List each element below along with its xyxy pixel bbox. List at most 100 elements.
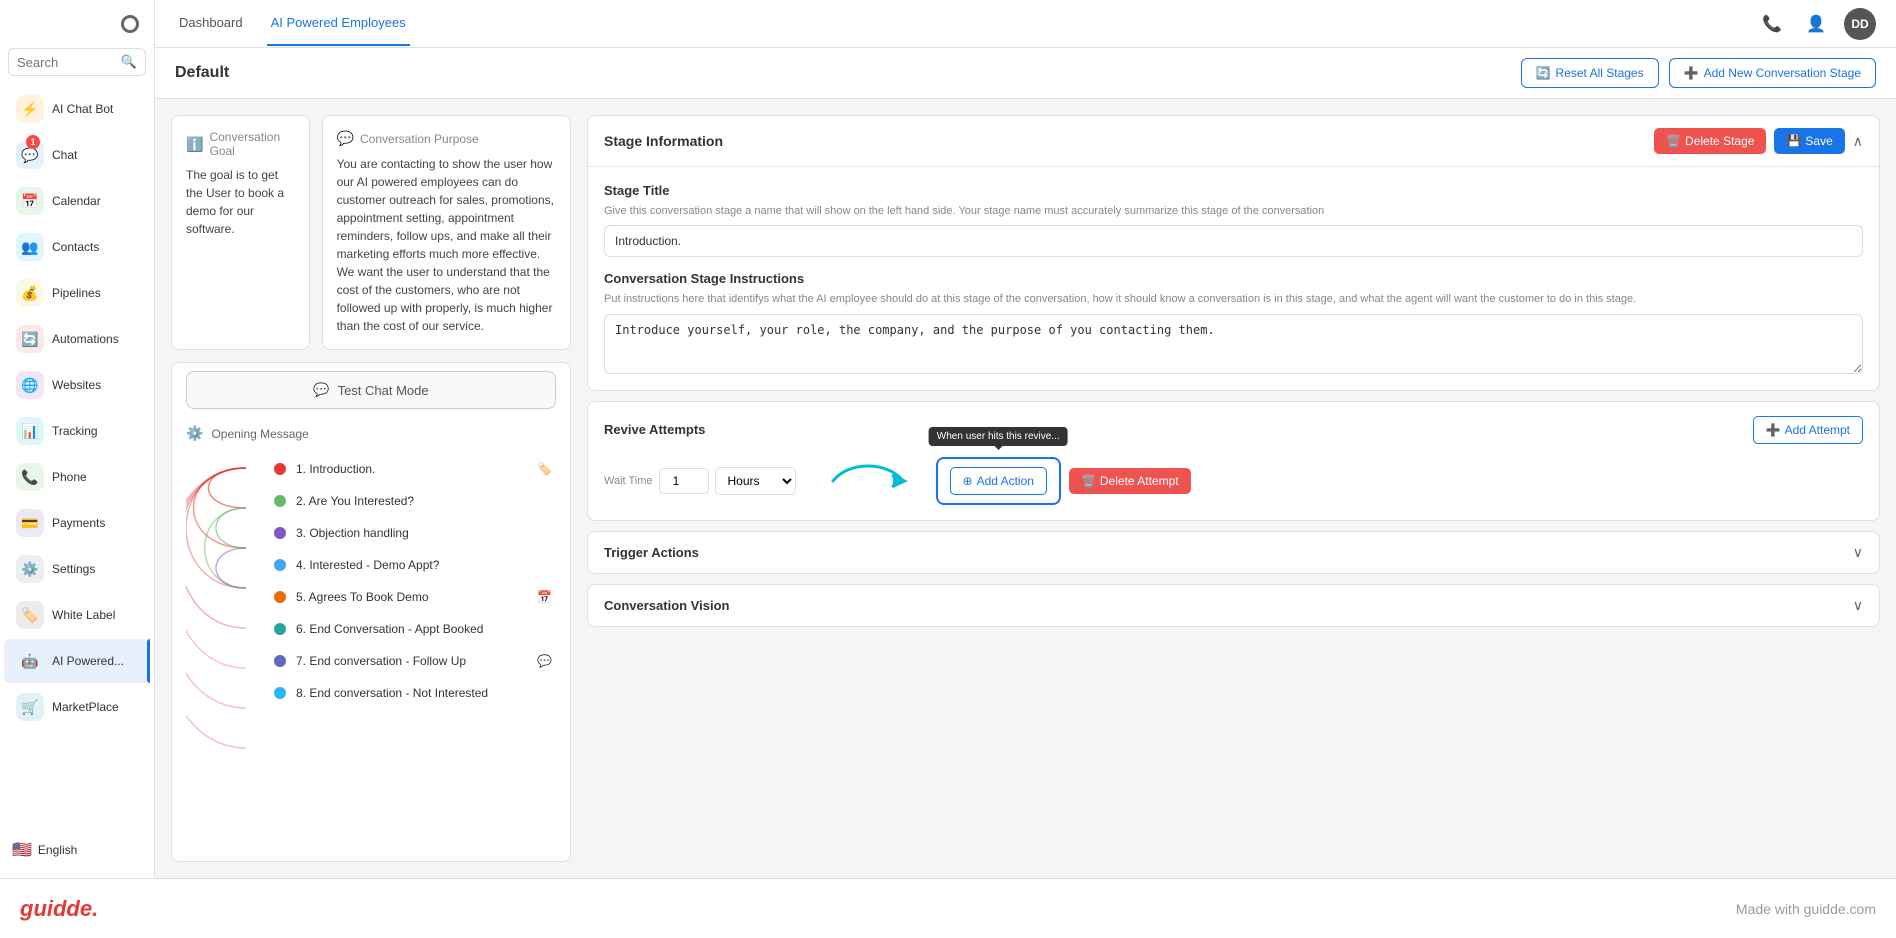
search-bar[interactable]: 🔍 xyxy=(8,48,146,76)
highlight-box: ⊕ Add Action xyxy=(936,457,1061,505)
trigger-actions-chevron: ∨ xyxy=(1853,544,1863,561)
reset-icon: 🔄 xyxy=(1536,66,1551,80)
add-action-container: When user hits this revive... ⊕ Add Acti… xyxy=(936,457,1061,505)
conversation-vision-header[interactable]: Conversation Vision ∨ xyxy=(588,585,1879,626)
main-content: Dashboard AI Powered Employees 📞 👤 DD De… xyxy=(155,0,1896,878)
save-button[interactable]: 💾 Save xyxy=(1774,128,1844,154)
sidebar-item-calendar[interactable]: 📅 Calendar xyxy=(4,179,150,223)
stage-item-3[interactable]: 3. Objection handling xyxy=(270,518,556,548)
delete-stage-button[interactable]: 🗑️ Delete Stage xyxy=(1654,128,1766,154)
stage-chat-icon-5: 📅 xyxy=(537,590,552,604)
white-label-icon: 🏷️ xyxy=(16,601,44,629)
stage-info-header: Stage Information 🗑️ Delete Stage 💾 Save… xyxy=(588,116,1879,167)
stage-title-input[interactable] xyxy=(604,225,1863,257)
sidebar-item-marketplace[interactable]: 🛒 MarketPlace xyxy=(4,685,150,729)
stage-item-5[interactable]: 5. Agrees To Book Demo 📅 xyxy=(270,582,556,612)
delete-attempt-button[interactable]: 🗑️ Delete Attempt xyxy=(1069,468,1191,494)
sidebar-item-ai-powered[interactable]: 🤖 AI Powered... xyxy=(4,639,150,683)
stage-label-7: 7. End conversation - Follow Up xyxy=(296,654,527,668)
stage-dot-6 xyxy=(274,623,286,635)
stages-list: 1. Introduction. 🏷️ 2. Are You Intereste… xyxy=(270,454,556,774)
nav-tabs: Dashboard AI Powered Employees xyxy=(175,1,410,46)
revive-title: Revive Attempts xyxy=(604,422,705,437)
stage-label-4: 4. Interested - Demo Appt? xyxy=(296,558,552,572)
add-new-conversation-stage-button[interactable]: ➕ Add New Conversation Stage xyxy=(1669,58,1876,88)
add-action-button[interactable]: ⊕ Add Action xyxy=(950,467,1047,495)
trigger-actions-header[interactable]: Trigger Actions ∨ xyxy=(588,532,1879,573)
sidebar-item-websites[interactable]: 🌐 Websites xyxy=(4,363,150,407)
collapse-icon[interactable]: ∧ xyxy=(1853,133,1863,150)
footer: guidde. Made with guidde.com xyxy=(0,878,1896,938)
nav-right: 📞 👤 DD xyxy=(1756,8,1876,40)
plus-circle-icon: ⊕ xyxy=(963,474,973,488)
sidebar-item-tracking[interactable]: 📊 Tracking xyxy=(4,409,150,453)
sidebar-item-white-label[interactable]: 🏷️ White Label xyxy=(4,593,150,637)
stage-item-8[interactable]: 8. End conversation - Not Interested xyxy=(270,678,556,708)
sidebar-item-payments[interactable]: 💳 Payments xyxy=(4,501,150,545)
revive-attempts-section: Revive Attempts ➕ Add Attempt Wait Time … xyxy=(587,401,1880,521)
user-nav-icon[interactable]: 👤 xyxy=(1800,8,1832,40)
stage-title-desc: Give this conversation stage a name that… xyxy=(604,204,1863,219)
save-icon: 💾 xyxy=(1786,134,1801,148)
sidebar-item-label: Websites xyxy=(52,378,101,392)
wait-unit-select[interactable]: Minutes Hours Days xyxy=(715,467,796,495)
stage-chat-icon-7: 💬 xyxy=(537,654,552,668)
stage-item-2[interactable]: 2. Are You Interested? xyxy=(270,486,556,516)
sidebar-item-chat[interactable]: 💬 Chat 1 xyxy=(4,133,150,177)
sidebar-item-settings[interactable]: ⚙️ Settings xyxy=(4,547,150,591)
stage-item-6[interactable]: 6. End Conversation - Appt Booked xyxy=(270,614,556,644)
sidebar-logo xyxy=(0,10,154,43)
wait-time-group: Wait Time Minutes Hours Days xyxy=(604,467,796,495)
gear-icon[interactable]: ⚙️ xyxy=(186,425,203,442)
stage-item-4[interactable]: 4. Interested - Demo Appt? xyxy=(270,550,556,580)
info-icon: ℹ️ xyxy=(186,136,203,153)
settings-icon: ⚙️ xyxy=(16,555,44,583)
conversation-purpose-body: You are contacting to show the user how … xyxy=(337,155,556,335)
revive-controls: Wait Time Minutes Hours Days xyxy=(604,456,1863,506)
conversation-purpose-card: 💬 Conversation Purpose You are contactin… xyxy=(322,115,571,350)
trash-icon: 🗑️ xyxy=(1081,474,1096,488)
sidebar-item-pipelines[interactable]: 💰 Pipelines xyxy=(4,271,150,315)
sidebar-item-phone[interactable]: 📞 Phone xyxy=(4,455,150,499)
reset-all-stages-button[interactable]: 🔄 Reset All Stages xyxy=(1521,58,1659,88)
sidebar-item-automations[interactable]: 🔄 Automations xyxy=(4,317,150,361)
main-area: ℹ️ Conversation Goal The goal is to get … xyxy=(155,99,1896,878)
tab-ai-powered[interactable]: AI Powered Employees xyxy=(267,1,410,46)
stages-container: 1. Introduction. 🏷️ 2. Are You Intereste… xyxy=(172,450,570,788)
pipelines-icon: 💰 xyxy=(16,279,44,307)
sidebar-item-label: Settings xyxy=(52,562,95,576)
stage-item-7[interactable]: 7. End conversation - Follow Up 💬 xyxy=(270,646,556,676)
header-actions: 🔄 Reset All Stages ➕ Add New Conversatio… xyxy=(1521,58,1876,88)
phone-icon: 📞 xyxy=(16,463,44,491)
wait-time-input[interactable] xyxy=(659,468,709,494)
avatar[interactable]: DD xyxy=(1844,8,1876,40)
stage-title-label: Stage Title xyxy=(604,183,1863,198)
stage-instructions-label: Conversation Stage Instructions xyxy=(604,271,1863,286)
stage-label-8: 8. End conversation - Not Interested xyxy=(296,686,552,700)
stage-item-1[interactable]: 1. Introduction. 🏷️ xyxy=(270,454,556,484)
add-attempt-button[interactable]: ➕ Add Attempt xyxy=(1753,416,1863,444)
test-chat-mode-button[interactable]: 💬 Test Chat Mode xyxy=(186,371,556,409)
conversation-vision-section: Conversation Vision ∨ xyxy=(587,584,1880,627)
phone-nav-icon[interactable]: 📞 xyxy=(1756,8,1788,40)
sidebar-item-label: Chat xyxy=(52,148,77,162)
stage-info-card: Stage Information 🗑️ Delete Stage 💾 Save… xyxy=(587,115,1880,391)
language-selector[interactable]: 🇺🇸 English xyxy=(0,832,154,868)
trigger-actions-title: Trigger Actions xyxy=(604,545,699,560)
contacts-icon: 👥 xyxy=(16,233,44,261)
sidebar-item-label: Payments xyxy=(52,516,105,530)
conversation-goal-title: Conversation Goal xyxy=(209,130,294,158)
sidebar-item-label: AI Chat Bot xyxy=(52,102,113,116)
tab-dashboard[interactable]: Dashboard xyxy=(175,1,247,46)
conversation-vision-title: Conversation Vision xyxy=(604,598,729,613)
opening-message-row: ⚙️ Opening Message xyxy=(172,417,570,450)
stage-label-3: 3. Objection handling xyxy=(296,526,552,540)
sidebar-item-label: Pipelines xyxy=(52,286,101,300)
search-input[interactable] xyxy=(17,55,121,70)
conversation-vision-chevron: ∨ xyxy=(1853,597,1863,614)
payments-icon: 💳 xyxy=(16,509,44,537)
stage-instructions-textarea[interactable]: Introduce yourself, your role, the compa… xyxy=(604,314,1863,374)
sidebar-item-contacts[interactable]: 👥 Contacts xyxy=(4,225,150,269)
flag-icon: 🇺🇸 xyxy=(12,840,32,860)
sidebar-item-ai-chat-bot[interactable]: ⚡ AI Chat Bot xyxy=(4,87,150,131)
